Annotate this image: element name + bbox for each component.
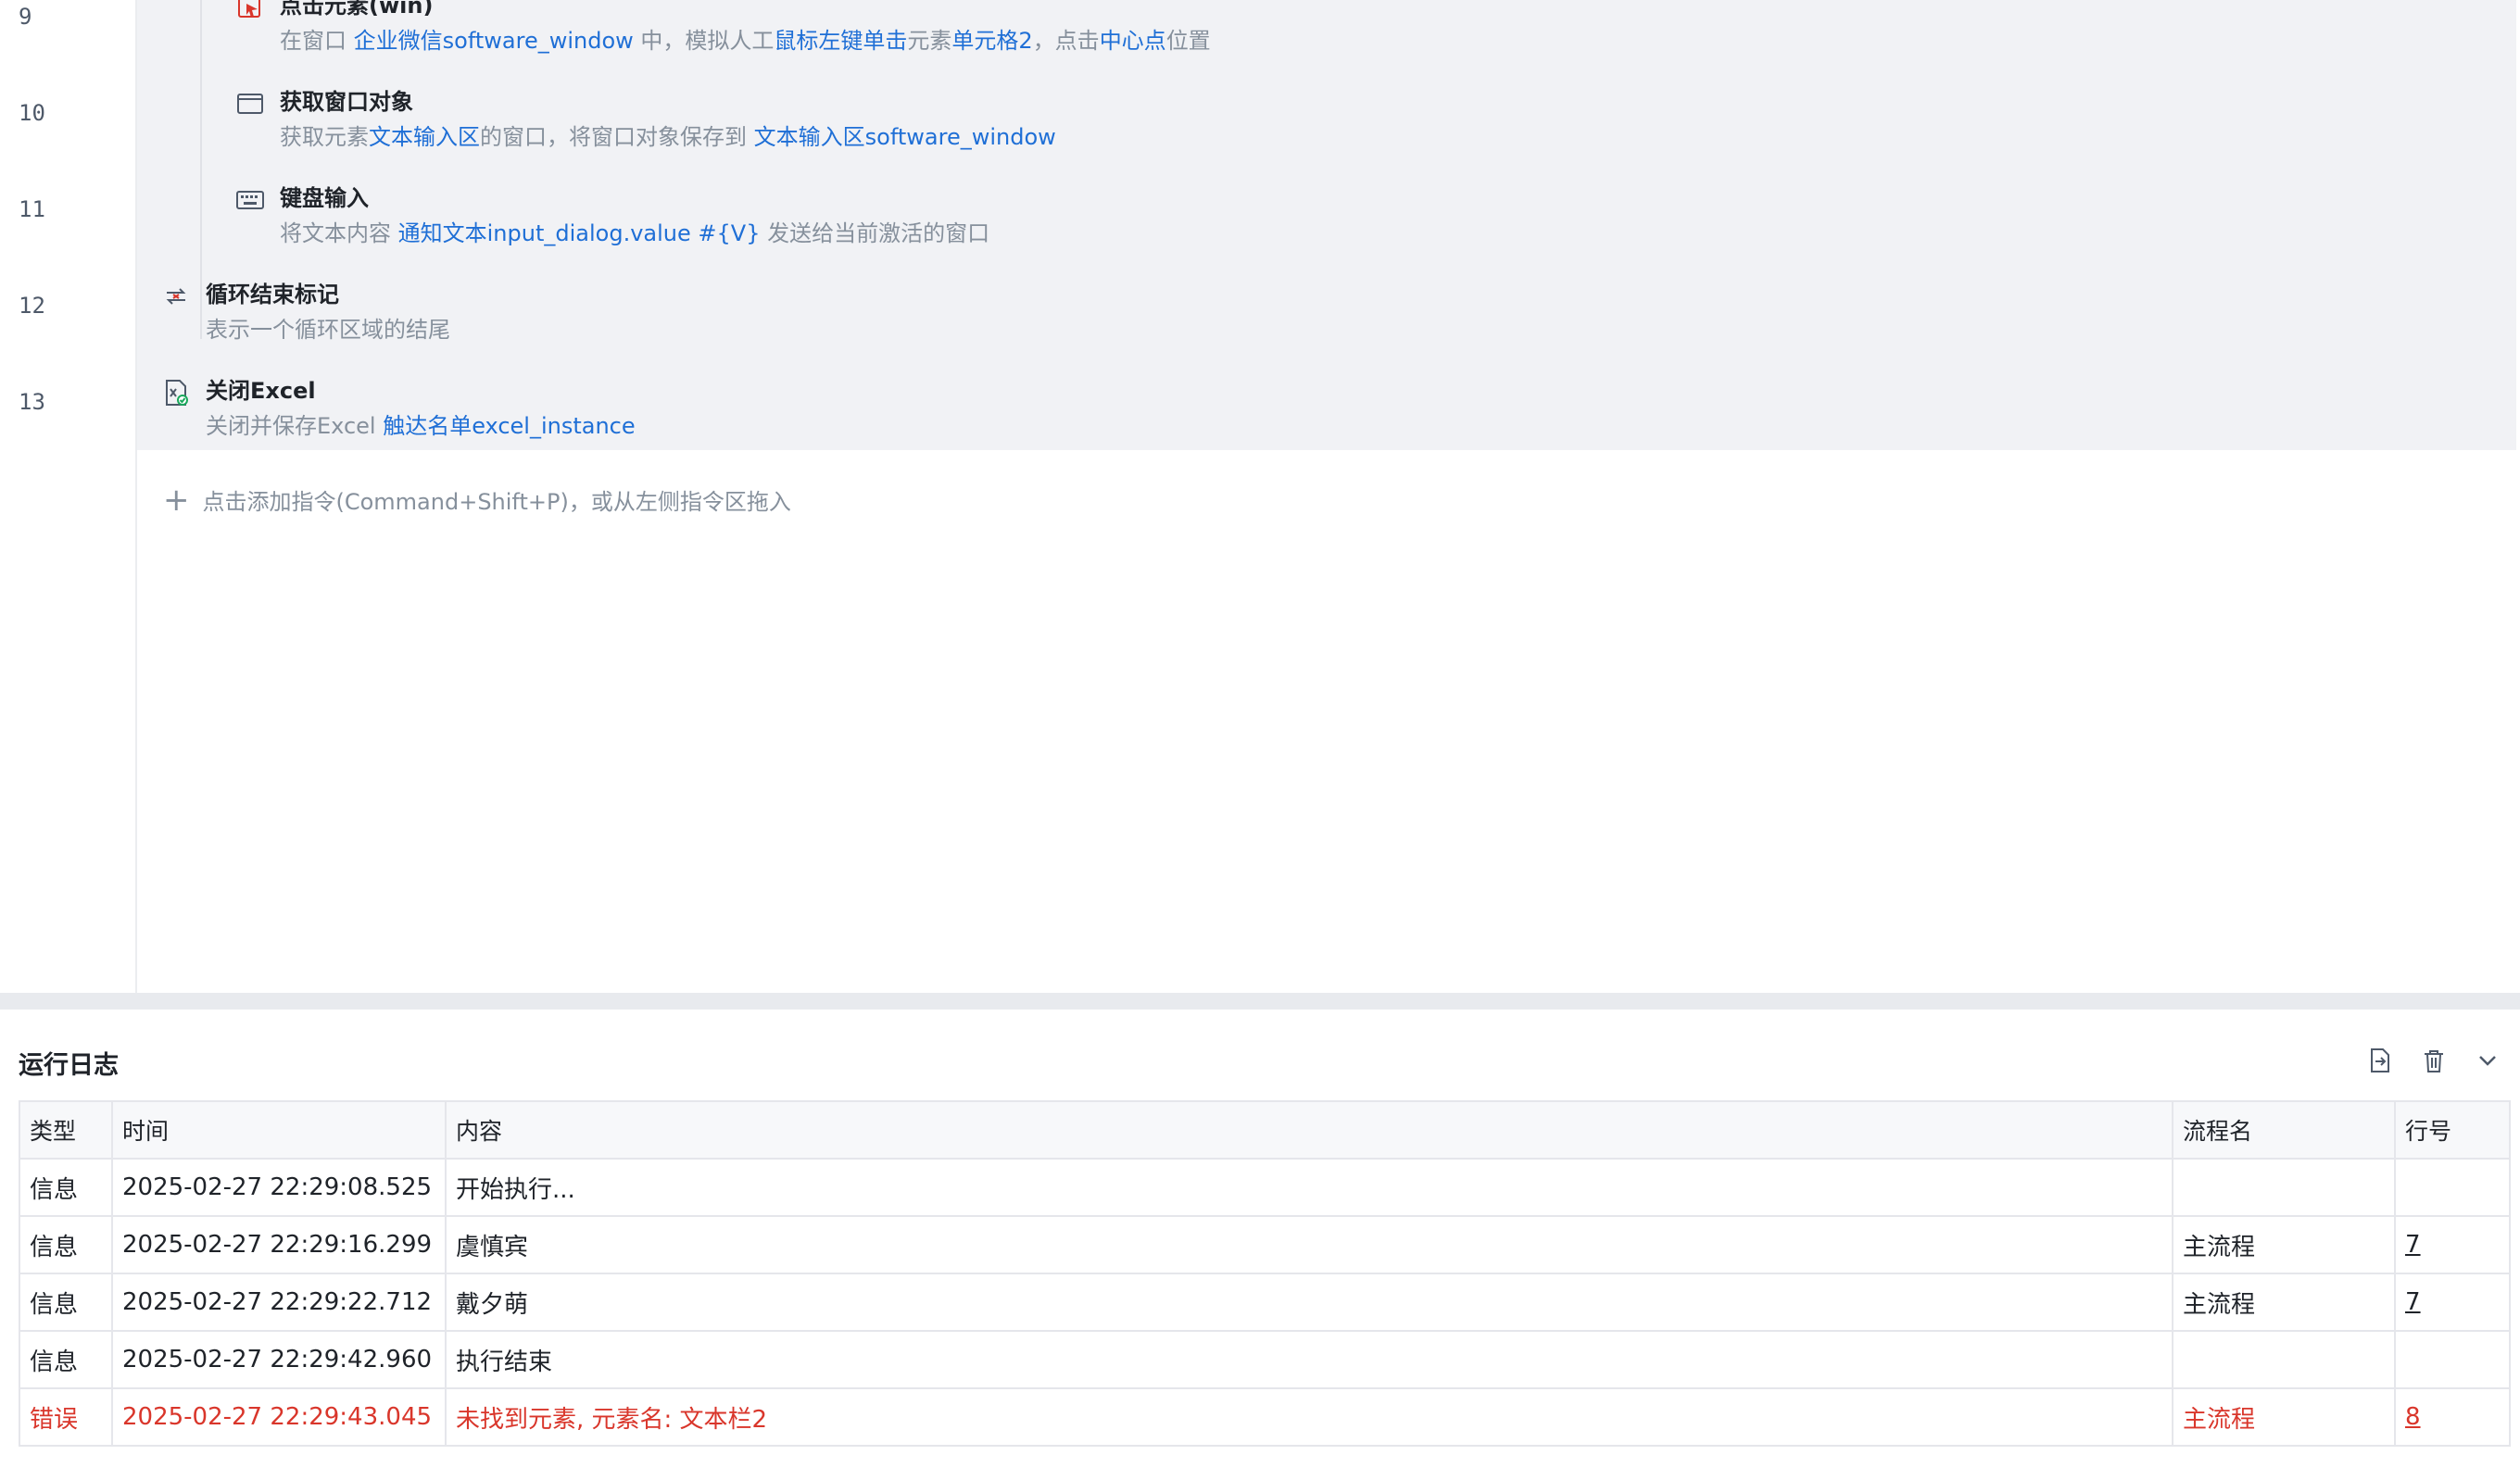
log-type: 信息 [19,1273,113,1332]
log-header-row: 类型 时间 内容 流程名 行号 [19,1100,2511,1160]
desc-text: 获取元素 [280,124,369,150]
excel-close-icon [161,378,191,408]
keyboard-icon [235,185,265,215]
desc-text: 在窗口 [280,28,354,54]
log-type: 错误 [19,1387,113,1447]
desc-text: 表示一个循环区域的结尾 [206,317,450,343]
column-header-type: 类型 [19,1100,113,1160]
step-title: 点击元素(win) [280,0,434,19]
desc-text: ，点击 [1032,28,1100,54]
flow-editor: 9 10 11 12 13 点击元素(win) 在窗口 企业微信software… [0,0,2520,993]
step-title: 循环结束标记 [206,282,339,307]
line-link[interactable]: 7 [2405,1288,2421,1316]
desc-text: 将文本内容 [280,220,398,246]
log-content: 戴夕萌 [445,1273,2174,1332]
log-row-error[interactable]: 错误 2025-02-27 22:29:43.045 未找到元素, 元素名: 文… [19,1387,2511,1447]
variable-token[interactable]: 触达名单excel_instance [383,413,635,439]
export-icon[interactable] [2366,1047,2394,1074]
log-line [2394,1330,2511,1389]
log-line: 7 [2394,1273,2511,1332]
line-number: 10 [19,100,45,126]
step-close-excel[interactable]: 关闭Excel 关闭并保存Excel 触达名单excel_instance [161,372,2459,443]
log-time: 2025-02-27 22:29:08.525 [111,1158,447,1217]
line-link[interactable]: 7 [2405,1231,2421,1259]
variable-token[interactable]: 单元格2 [951,28,1032,54]
log-table: 类型 时间 内容 流程名 行号 信息 2025-02-27 22:29:08.5… [19,1100,2511,1447]
log-flow [2172,1158,2396,1217]
desc-text: 元素 [907,28,952,54]
log-row[interactable]: 信息 2025-02-27 22:29:42.960 执行结束 [19,1330,2511,1389]
step-keyboard-input[interactable]: 键盘输入 将文本内容 通知文本input_dialog.value #{V} 发… [235,180,2459,250]
variable-token[interactable]: 中心点 [1100,28,1166,54]
variable-token[interactable]: #{V} [698,220,760,246]
desc-text: 位置 [1166,28,1211,54]
step-description: 将文本内容 通知文本input_dialog.value #{V} 发送给当前激… [280,215,989,247]
window-icon [235,89,265,119]
line-link[interactable]: 8 [2405,1403,2421,1431]
line-number: 12 [19,293,45,319]
log-title: 运行日志 [19,1051,119,1080]
log-type: 信息 [19,1158,113,1217]
variable-token[interactable]: 文本输入区software_window [754,124,1056,150]
desc-text: 发送给当前激活的窗口 [760,220,990,246]
variable-token[interactable]: 企业微信software_window [354,28,634,54]
log-content: 未找到元素, 元素名: 文本栏2 [445,1387,2174,1447]
step-description: 在窗口 企业微信software_window 中，模拟人工鼠标左键单击元素单元… [280,22,1211,55]
column-header-line: 行号 [2394,1100,2511,1160]
desc-text: 关闭并保存Excel [206,413,384,439]
add-command-label: 点击添加指令(Command+Shift+P)，或从左侧指令区拖入 [202,489,791,515]
variable-token[interactable]: 文本输入区 [369,124,480,150]
log-type: 信息 [19,1215,113,1274]
step-description: 获取元素文本输入区的窗口，将窗口对象保存到 文本输入区software_wind… [280,119,1056,151]
step-title: 关闭Excel [206,378,316,404]
log-line [2394,1158,2511,1217]
log-flow: 主流程 [2172,1215,2396,1274]
log-type: 信息 [19,1330,113,1389]
loop-end-icon [161,282,191,311]
step-get-window-object[interactable]: 获取窗口对象 获取元素文本输入区的窗口，将窗口对象保存到 文本输入区softwa… [235,83,2459,154]
log-time: 2025-02-27 22:29:42.960 [111,1330,447,1389]
variable-token[interactable]: 通知文本input_dialog.value [398,220,691,246]
step-description: 表示一个循环区域的结尾 [206,311,450,344]
log-row[interactable]: 信息 2025-02-27 22:29:22.712 戴夕萌 主流程 7 [19,1273,2511,1332]
trash-icon[interactable] [2420,1047,2448,1074]
column-header-content: 内容 [445,1100,2174,1160]
log-row[interactable]: 信息 2025-02-27 22:29:16.299 虞慎宾 主流程 7 [19,1215,2511,1274]
line-number: 11 [19,196,45,222]
plus-icon: + [163,481,190,519]
log-flow [2172,1330,2396,1389]
log-content: 执行结束 [445,1330,2174,1389]
step-description: 关闭并保存Excel 触达名单excel_instance [206,408,636,440]
step-title: 键盘输入 [280,185,369,211]
log-time: 2025-02-27 22:29:43.045 [111,1387,447,1447]
desc-text: 中，模拟人工 [633,28,775,54]
log-line: 8 [2394,1387,2511,1447]
line-gutter: 9 10 11 12 13 [0,0,137,993]
chevron-down-icon[interactable] [2474,1047,2501,1074]
log-time: 2025-02-27 22:29:22.712 [111,1273,447,1332]
column-header-flow: 流程名 [2172,1100,2396,1160]
log-flow: 主流程 [2172,1273,2396,1332]
panel-splitter[interactable] [0,993,2520,1010]
log-row[interactable]: 信息 2025-02-27 22:29:08.525 开始执行... [19,1158,2511,1217]
click-element-icon [235,0,265,22]
log-time: 2025-02-27 22:29:16.299 [111,1215,447,1274]
step-title: 获取窗口对象 [280,89,413,115]
log-flow: 主流程 [2172,1387,2396,1447]
step-loop-end[interactable]: 循环结束标记 表示一个循环区域的结尾 [161,276,2459,346]
log-line: 7 [2394,1215,2511,1274]
desc-text: 的窗口，将窗口对象保存到 [480,124,754,150]
line-number: 13 [19,389,45,415]
log-content: 虞慎宾 [445,1215,2174,1274]
line-number: 9 [19,4,32,30]
log-content: 开始执行... [445,1158,2174,1217]
log-actions [2366,1047,2501,1074]
column-header-time: 时间 [111,1100,447,1160]
variable-token[interactable]: 鼠标左键单击 [774,28,907,54]
add-command-button[interactable]: + 点击添加指令(Command+Shift+P)，或从左侧指令区拖入 [163,483,791,516]
run-log-panel: 运行日志 类型 时间 内容 流程名 行号 信息 2025-02-27 22:29… [0,1010,2520,1480]
step-click-element[interactable]: 点击元素(win) 在窗口 企业微信software_window 中，模拟人工… [235,0,2459,57]
